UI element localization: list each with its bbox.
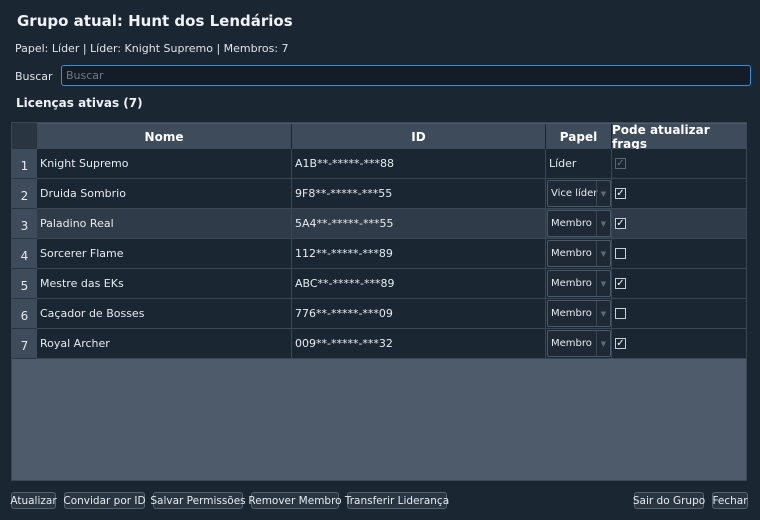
cell-role: Membro ▼ xyxy=(546,239,612,268)
row-number[interactable]: 6 xyxy=(12,299,37,329)
cell-role: Membro ▼ xyxy=(546,269,612,298)
column-header-role[interactable]: Papel xyxy=(546,124,612,149)
role-select-value: Vice líder xyxy=(551,188,598,199)
cell-role: Membro ▼ xyxy=(546,299,612,328)
cell-can-update xyxy=(612,299,746,328)
cell-role: Membro ▼ xyxy=(546,209,612,238)
row-number[interactable]: 1 xyxy=(12,149,37,179)
chevron-down-icon[interactable]: ▼ xyxy=(596,271,610,296)
search-label: Buscar xyxy=(15,70,53,83)
can-update-checkbox[interactable]: ✓ xyxy=(615,218,626,229)
cell-can-update: ✓ xyxy=(612,209,746,238)
role-select[interactable]: Membro ▼ xyxy=(547,330,611,357)
cell-name[interactable]: Mestre das EKs xyxy=(37,269,292,298)
can-update-checkbox[interactable]: ✓ xyxy=(615,338,626,349)
role-select[interactable]: Membro ▼ xyxy=(547,240,611,267)
table-row[interactable]: Druida Sombrio 9F8**-*****-***55 Vice líde… xyxy=(37,179,746,209)
role-select-value: Membro xyxy=(551,338,592,349)
cell-can-update: ✓ xyxy=(612,149,746,178)
cell-name[interactable]: Royal Archer xyxy=(37,329,292,358)
cell-role: Membro ▼ xyxy=(546,329,612,358)
cell-name[interactable]: Sorcerer Flame xyxy=(37,239,292,268)
cell-id[interactable]: ABC**-*****-***89 xyxy=(292,269,546,298)
column-header-name[interactable]: Nome xyxy=(37,124,292,149)
cell-can-update: ✓ xyxy=(612,329,746,358)
leave-group-button[interactable]: Sair do Grupo xyxy=(633,492,705,509)
search-input[interactable] xyxy=(61,65,751,86)
cell-can-update: ✓ xyxy=(612,179,746,208)
cell-name[interactable]: Paladino Real xyxy=(37,209,292,238)
table-row[interactable]: Royal Archer 009**-*****-***32 Membro ▼ ✓ xyxy=(37,329,746,359)
can-update-checkbox[interactable] xyxy=(615,248,626,259)
chevron-down-icon[interactable]: ▼ xyxy=(596,211,610,236)
row-number[interactable]: 3 xyxy=(12,209,37,239)
can-update-checkbox[interactable]: ✓ xyxy=(615,188,626,199)
role-select[interactable]: Membro ▼ xyxy=(547,210,611,237)
row-number[interactable]: 7 xyxy=(12,329,37,359)
role-select[interactable]: Vice líder ▼ xyxy=(547,180,611,207)
row-number[interactable]: 2 xyxy=(12,179,37,209)
row-number[interactable]: 5 xyxy=(12,269,37,299)
table-row[interactable]: Paladino Real 5A4**-*****-***55 Membro ▼ ✓ xyxy=(37,209,746,239)
can-update-checkbox: ✓ xyxy=(615,158,626,169)
table-row[interactable]: Caçador de Bosses 776**-*****-***09 Membro… xyxy=(37,299,746,329)
cell-id[interactable]: 9F8**-*****-***55 xyxy=(292,179,546,208)
refresh-button[interactable]: Atualizar xyxy=(10,492,57,509)
close-button[interactable]: Fechar xyxy=(712,492,748,509)
cell-role: Vice líder ▼ xyxy=(546,179,612,208)
chevron-down-icon[interactable]: ▼ xyxy=(596,241,610,266)
can-update-checkbox[interactable] xyxy=(615,308,626,319)
role-select[interactable]: Membro ▼ xyxy=(547,270,611,297)
table-corner[interactable] xyxy=(12,123,37,149)
role-select[interactable]: Membro ▼ xyxy=(547,300,611,327)
row-number[interactable]: 4 xyxy=(12,239,37,269)
cell-id[interactable]: 776**-*****-***09 xyxy=(292,299,546,328)
group-info: Papel: Líder | Líder: Knight Supremo | M… xyxy=(15,42,289,55)
save-permissions-button[interactable]: Salvar Permissões xyxy=(150,492,246,509)
column-header-id[interactable]: ID xyxy=(292,124,546,149)
table-row[interactable]: Sorcerer Flame 112**-*****-***89 Membro ▼ xyxy=(37,239,746,269)
cell-name[interactable]: Caçador de Bosses xyxy=(37,299,292,328)
role-select-value: Membro xyxy=(551,248,592,259)
cell-role[interactable]: Líder xyxy=(546,149,612,178)
cell-id[interactable]: 009**-*****-***32 xyxy=(292,329,546,358)
chevron-down-icon[interactable]: ▼ xyxy=(596,331,610,356)
page-title: Grupo atual: Hunt dos Lendários xyxy=(17,12,293,30)
cell-id[interactable]: 5A4**-*****-***55 xyxy=(292,209,546,238)
role-select-value: Membro xyxy=(551,308,592,319)
invite-by-id-button[interactable]: Convidar por ID xyxy=(63,492,146,509)
chevron-down-icon[interactable]: ▼ xyxy=(596,181,610,206)
licenses-table: Nome ID Papel Pode atualizar frags 1 Knig… xyxy=(11,122,747,481)
remove-member-button[interactable]: Remover Membro xyxy=(248,492,342,509)
cell-id[interactable]: 112**-*****-***89 xyxy=(292,239,546,268)
can-update-checkbox[interactable]: ✓ xyxy=(615,278,626,289)
role-select-value: Membro xyxy=(551,278,592,289)
table-row[interactable]: Mestre das EKs ABC**-*****-***89 Membro ▼ ✓ xyxy=(37,269,746,299)
cell-name[interactable]: Druida Sombrio xyxy=(37,179,292,208)
cell-id[interactable]: A1B**-*****-***88 xyxy=(292,149,546,178)
role-select-value: Membro xyxy=(551,218,592,229)
cell-can-update: ✓ xyxy=(612,269,746,298)
table-row[interactable]: Knight Supremo A1B**-*****-***88 Líder ✓ xyxy=(37,149,746,179)
cell-name[interactable]: Knight Supremo xyxy=(37,149,292,178)
column-header-can-update[interactable]: Pode atualizar frags xyxy=(612,123,746,151)
transfer-leadership-button[interactable]: Transferir Liderança xyxy=(345,492,449,509)
cell-can-update xyxy=(612,239,746,268)
chevron-down-icon[interactable]: ▼ xyxy=(596,301,610,326)
licenses-heading: Licenças ativas (7) xyxy=(16,96,143,110)
